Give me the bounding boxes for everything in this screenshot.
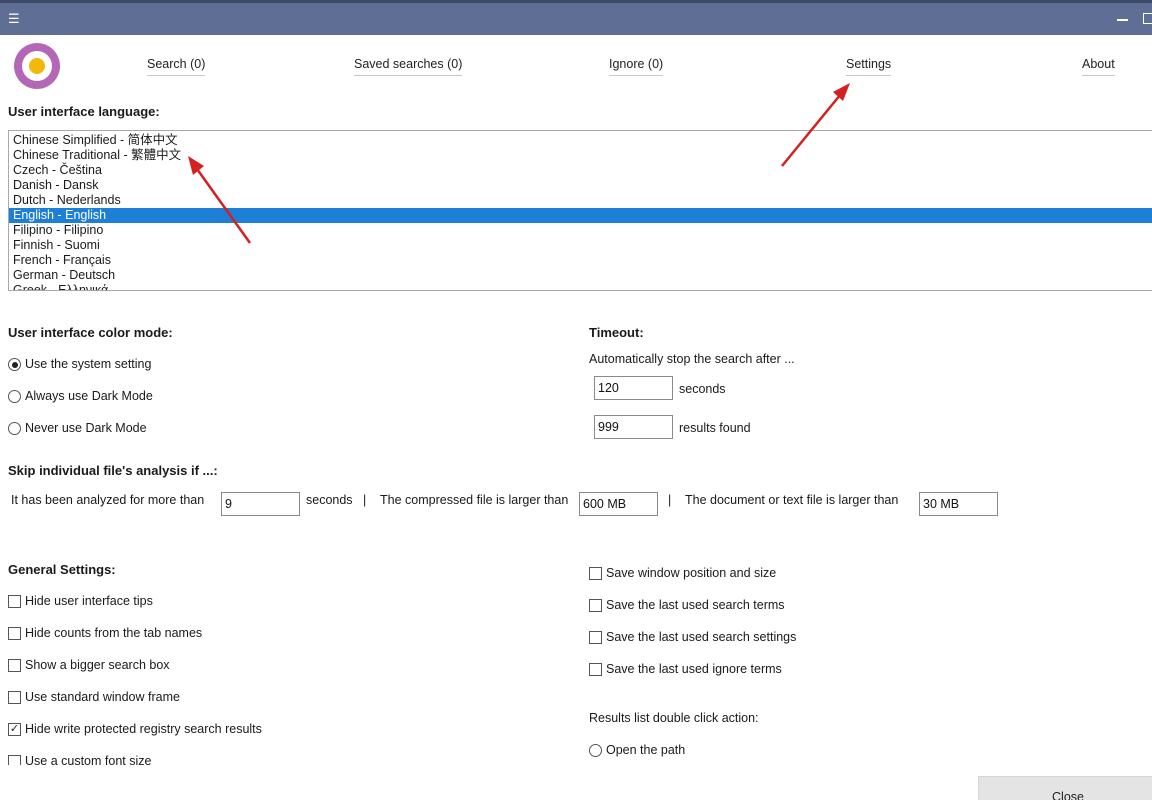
radio-dot bbox=[589, 744, 602, 757]
app-logo-icon bbox=[14, 43, 60, 89]
checkbox-label: Hide user interface tips bbox=[25, 594, 153, 608]
timeout-results-label: results found bbox=[679, 421, 751, 435]
checkbox-box bbox=[8, 691, 21, 704]
title-bar: ☰ bbox=[0, 0, 1152, 35]
timeout-description: Automatically stop the search after ... bbox=[589, 352, 795, 366]
skip-compressed-label: The compressed file is larger than bbox=[380, 493, 569, 507]
skip-analyzed-label: It has been analyzed for more than bbox=[11, 493, 205, 507]
skip-analyzed-input[interactable] bbox=[221, 492, 300, 516]
radio-dot bbox=[8, 358, 21, 371]
checkbox-label: Save the last used search settings bbox=[606, 630, 797, 644]
checkbox-box bbox=[589, 663, 602, 676]
timeout-results-input[interactable] bbox=[594, 415, 673, 439]
language-item[interactable]: Filipino - Filipino bbox=[9, 223, 1152, 238]
double-click-title: Results list double click action: bbox=[589, 711, 759, 725]
checkbox-label: Use standard window frame bbox=[25, 690, 180, 704]
maximize-icon[interactable] bbox=[1143, 13, 1152, 24]
checkbox-box bbox=[8, 755, 21, 765]
language-listbox[interactable]: Chinese Simplified - 简体中文 Chinese Tradit… bbox=[8, 130, 1152, 291]
language-item-selected[interactable]: English - English bbox=[9, 208, 1152, 223]
color-mode-title: User interface color mode: bbox=[8, 325, 173, 340]
checkbox-label: Hide counts from the tab names bbox=[25, 626, 203, 640]
tab-search[interactable]: Search (0) bbox=[147, 57, 206, 76]
language-item[interactable]: Chinese Traditional - 繁體中文 bbox=[9, 148, 1152, 163]
tab-ignore[interactable]: Ignore (0) bbox=[609, 57, 664, 76]
timeout-seconds-label: seconds bbox=[679, 382, 726, 396]
check-mark-icon: ✓ bbox=[8, 723, 21, 736]
timeout-seconds-input[interactable] bbox=[594, 376, 673, 400]
radio-label: Use the system setting bbox=[25, 357, 152, 371]
separator: | bbox=[668, 493, 672, 507]
checkbox-box bbox=[589, 567, 602, 580]
language-item[interactable]: Finnish - Suomi bbox=[9, 238, 1152, 253]
language-item[interactable]: Greek - Ελληνικά bbox=[9, 283, 1152, 290]
checkbox-box bbox=[8, 659, 21, 672]
checkbox-box bbox=[589, 599, 602, 612]
minimize-icon[interactable] bbox=[1117, 7, 1129, 27]
radio-label: Always use Dark Mode bbox=[25, 389, 153, 403]
radio-label: Open the path bbox=[606, 743, 686, 757]
language-item[interactable]: German - Deutsch bbox=[9, 268, 1152, 283]
separator: | bbox=[363, 493, 367, 507]
checkbox-label: Hide write protected registry search res… bbox=[25, 722, 262, 736]
tab-saved-searches[interactable]: Saved searches (0) bbox=[354, 57, 463, 76]
radio-dot bbox=[8, 422, 21, 435]
skip-document-label: The document or text file is larger than bbox=[685, 493, 899, 507]
language-section-title: User interface language: bbox=[8, 104, 160, 119]
radio-label: Never use Dark Mode bbox=[25, 421, 147, 435]
language-item[interactable]: Dutch - Nederlands bbox=[9, 193, 1152, 208]
checkbox-label: Save the last used ignore terms bbox=[606, 662, 782, 676]
checkbox-box bbox=[589, 631, 602, 644]
checkbox-label: Show a bigger search box bbox=[25, 658, 170, 672]
clipped-row: Use a custom font size bbox=[8, 754, 308, 765]
skip-seconds-label: seconds bbox=[306, 493, 353, 507]
language-item[interactable]: Danish - Dansk bbox=[9, 178, 1152, 193]
radio-dot bbox=[8, 390, 21, 403]
skip-compressed-input[interactable] bbox=[579, 492, 658, 516]
checkbox-label: Use a custom font size bbox=[25, 754, 152, 765]
timeout-title: Timeout: bbox=[589, 325, 644, 340]
language-item[interactable]: Czech - Čeština bbox=[9, 163, 1152, 178]
tab-settings[interactable]: Settings bbox=[846, 57, 892, 76]
general-settings-title: General Settings: bbox=[8, 562, 116, 577]
close-button[interactable]: Close bbox=[978, 776, 1152, 800]
tab-about[interactable]: About bbox=[1082, 57, 1115, 76]
checkbox-label: Save the last used search terms bbox=[606, 598, 785, 612]
menu-icon[interactable]: ☰ bbox=[8, 12, 20, 25]
checkbox-box bbox=[8, 627, 21, 640]
language-item[interactable]: French - Français bbox=[9, 253, 1152, 268]
checkbox-box bbox=[8, 595, 21, 608]
checkbox-label: Save window position and size bbox=[606, 566, 777, 580]
annotation-arrows bbox=[188, 83, 850, 244]
language-item[interactable]: Chinese Simplified - 简体中文 bbox=[9, 133, 1152, 148]
skip-analysis-title: Skip individual file's analysis if ...: bbox=[8, 463, 218, 478]
skip-document-input[interactable] bbox=[919, 492, 998, 516]
